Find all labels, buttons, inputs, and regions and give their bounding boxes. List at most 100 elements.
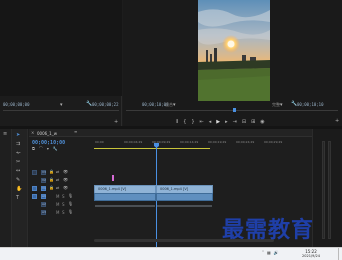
- sync-icon[interactable]: ⇌: [56, 170, 59, 174]
- source-monitor-viewport[interactable]: [0, 0, 122, 96]
- track-target-a3[interactable]: A3: [41, 210, 46, 215]
- ruler-label: 00;00;04;29: [124, 140, 143, 144]
- source-timecode-left[interactable]: 00;00;00;00: [3, 102, 30, 107]
- taskbar: ˄ ▦ 🔊 15:22 2021/9/24: [0, 247, 342, 260]
- track-select-tool-icon[interactable]: ⇉: [16, 142, 22, 147]
- source-patch-v1-active[interactable]: [32, 186, 37, 191]
- audio-waveform: [157, 205, 212, 207]
- track-target-a2[interactable]: A2: [41, 202, 46, 207]
- step-forward-icon[interactable]: ▸: [225, 120, 228, 125]
- selection-tool-icon[interactable]: ➤: [16, 133, 22, 138]
- track-row-v2[interactable]: V2 🔒 ⇌ 👁: [29, 177, 93, 185]
- add-button-icon[interactable]: +: [114, 120, 118, 125]
- program-playhead-marker[interactable]: [233, 108, 236, 112]
- solo-button[interactable]: S: [62, 202, 65, 207]
- mic-icon[interactable]: 🎙: [68, 194, 73, 198]
- track-row-v3[interactable]: V3 🔒 ⇌ 👁: [29, 169, 93, 177]
- timeline-tab-bar: × 0006_1_w ≡: [29, 129, 312, 137]
- mark-in-icon[interactable]: ⦀: [176, 120, 178, 125]
- program-scrubber[interactable]: [126, 110, 338, 111]
- mute-button[interactable]: M: [56, 202, 59, 207]
- clock-date: 2021/9/24: [302, 254, 320, 258]
- play-icon[interactable]: ▶: [216, 120, 220, 125]
- sequence-tab[interactable]: 0006_1_w: [37, 131, 57, 136]
- lock-icon[interactable]: 🔒: [49, 186, 54, 190]
- program-quality-select[interactable]: 完整▾: [272, 102, 283, 108]
- mark-in-bracket-icon[interactable]: {: [183, 120, 186, 125]
- lock-icon[interactable]: 🔒: [49, 178, 54, 182]
- audio-clip-1[interactable]: [94, 193, 156, 207]
- add-button-icon[interactable]: +: [335, 119, 339, 124]
- go-to-in-icon[interactable]: ⇤: [200, 120, 204, 125]
- tools-panel: ➤ ⇉ ⟛ ✂ ↔ ✎ ✋ T: [12, 129, 28, 247]
- eye-icon[interactable]: 👁: [63, 178, 68, 182]
- track-row-v1[interactable]: V1 🔒 ⇌ 👁: [29, 185, 93, 193]
- step-back-icon[interactable]: ◂: [209, 120, 212, 125]
- timeline-tool-row: ⧉ ⌒ ▾ 🔧: [32, 147, 58, 151]
- timeline-settings-icon[interactable]: 🔧: [53, 147, 58, 151]
- mute-button[interactable]: M: [56, 194, 59, 199]
- track-target-v1[interactable]: V1: [41, 186, 46, 191]
- slip-tool-icon[interactable]: ↔: [16, 169, 22, 174]
- hand-tool-icon[interactable]: ✋: [16, 187, 22, 192]
- source-patch-a1[interactable]: [32, 194, 37, 199]
- source-scrubber[interactable]: [3, 110, 119, 111]
- source-timecode-right[interactable]: 00;00;00;22: [92, 102, 119, 107]
- track-label: A1: [42, 194, 46, 198]
- program-monitor-panel: 00;00;10;00 适合▾ 完整▾ 🔧 00;00;10;10 ⦀ { } …: [123, 0, 342, 126]
- lock-icon[interactable]: 🔒: [49, 170, 54, 174]
- volume-icon[interactable]: 🔊: [274, 251, 279, 255]
- close-icon[interactable]: ×: [31, 131, 34, 135]
- chevron-up-icon[interactable]: ˄: [262, 251, 264, 255]
- time-ruler[interactable]: 00;00 00;00;04;29 00;00;09;29 00;00;14;2…: [94, 139, 312, 151]
- source-fit-select[interactable]: ▾: [60, 102, 63, 108]
- sunset-video-preview: [198, 0, 270, 101]
- chevron-down-icon: ▾: [60, 102, 63, 108]
- ruler-label: 00;00;29;29: [264, 140, 283, 144]
- source-patch-v1[interactable]: [32, 170, 37, 175]
- track-target-v2[interactable]: V2: [41, 178, 46, 183]
- razor-tool-icon[interactable]: ✂: [16, 160, 22, 165]
- eye-icon[interactable]: 👁: [63, 186, 68, 190]
- mic-icon[interactable]: 🎙: [68, 202, 73, 206]
- transport-controls: ⦀ { } ⇤ ◂ ▶ ▸ ⇥ ⊟ ⊞ ◉: [176, 119, 296, 126]
- clock[interactable]: 15:22 2021/9/24: [298, 249, 324, 258]
- sync-icon[interactable]: ⇌: [56, 178, 59, 182]
- show-desktop-button[interactable]: [338, 248, 342, 260]
- lift-icon[interactable]: ⊟: [242, 120, 246, 125]
- timeline-marker[interactable]: [112, 175, 114, 181]
- solo-button[interactable]: S: [62, 210, 65, 215]
- panel-menu-icon[interactable]: ≡: [3, 132, 7, 137]
- work-area-bar[interactable]: [94, 148, 210, 149]
- sync-icon[interactable]: ⇌: [56, 186, 59, 190]
- mark-out-bracket-icon[interactable]: }: [191, 120, 194, 125]
- chevron-down-icon: ▾: [173, 102, 176, 108]
- eye-icon[interactable]: 👁: [63, 170, 68, 174]
- mute-button[interactable]: M: [56, 210, 59, 215]
- add-marker-icon[interactable]: ▾: [47, 147, 49, 151]
- program-fit-select[interactable]: 适合▾: [165, 102, 176, 108]
- project-panel: ≡: [0, 129, 12, 247]
- program-video-frame[interactable]: [198, 0, 270, 101]
- pen-tool-icon[interactable]: ✎: [16, 178, 22, 183]
- track-target-a1[interactable]: A1: [41, 194, 46, 199]
- track-row-a1[interactable]: A1 M S 🎙: [29, 193, 93, 201]
- snap-icon[interactable]: ⧉: [32, 147, 35, 151]
- ripple-edit-tool-icon[interactable]: ⟛: [16, 151, 22, 156]
- extract-icon[interactable]: ⊞: [251, 120, 255, 125]
- solo-button[interactable]: S: [62, 194, 65, 199]
- go-to-out-icon[interactable]: ⇥: [233, 120, 237, 125]
- track-target-v3[interactable]: V3: [41, 170, 46, 175]
- track-label: V1: [42, 186, 46, 190]
- linked-selection-icon[interactable]: ⌒: [39, 147, 43, 151]
- track-label: A3: [42, 210, 46, 214]
- track-label: V2: [42, 178, 46, 182]
- track-row-a3[interactable]: A3 M S 🎙: [29, 209, 93, 217]
- mic-icon[interactable]: 🎙: [68, 210, 73, 214]
- panel-menu-icon[interactable]: ≡: [74, 130, 77, 134]
- type-tool-icon[interactable]: T: [16, 196, 22, 201]
- audio-clip-2[interactable]: [156, 193, 213, 207]
- track-row-a2[interactable]: A2 M S 🎙: [29, 201, 93, 209]
- network-icon[interactable]: ▦: [267, 251, 271, 255]
- export-frame-icon[interactable]: ◉: [260, 120, 264, 125]
